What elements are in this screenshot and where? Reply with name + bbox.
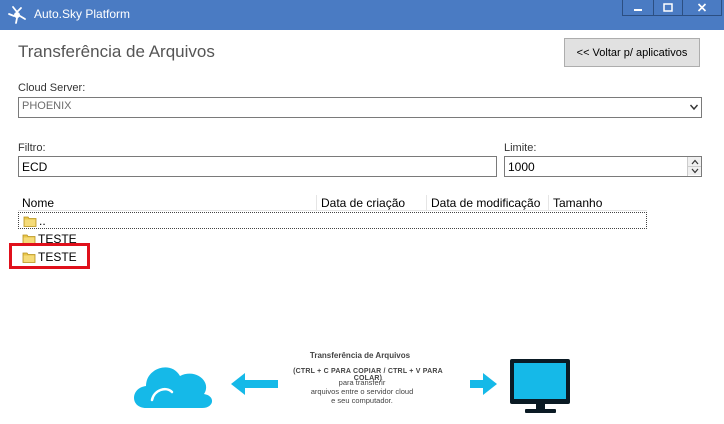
cloud-icon xyxy=(134,367,213,408)
arrow-left-icon xyxy=(231,373,278,395)
minimize-button[interactable] xyxy=(622,0,654,16)
banner-title: Transferência de Arquivos xyxy=(309,351,411,360)
banner-line: arquivos entre o servidor cloud xyxy=(310,387,414,396)
app-logo-icon xyxy=(8,6,26,24)
list-item[interactable]: TESTE xyxy=(18,230,647,247)
chevron-down-icon xyxy=(689,104,699,111)
limit-stepper[interactable] xyxy=(687,157,701,176)
limit-input[interactable] xyxy=(504,156,702,177)
stepper-up-button[interactable] xyxy=(688,157,701,166)
title-bar: Auto.Sky Platform xyxy=(0,0,724,30)
monitor-icon xyxy=(510,359,570,413)
column-header-size[interactable]: Tamanho xyxy=(549,195,647,211)
page-title: Transferência de Arquivos xyxy=(18,42,215,61)
cloud-server-select[interactable]: PHOENIX xyxy=(18,97,702,118)
highlight-box xyxy=(9,243,90,269)
folder-icon xyxy=(23,216,37,227)
banner-description: para transferir arquivos entre o servido… xyxy=(300,378,424,405)
cloud-server-label: Cloud Server: xyxy=(18,82,86,94)
limit-label: Limite: xyxy=(504,142,537,154)
back-to-apps-button[interactable]: << Voltar p/ aplicativos xyxy=(564,38,700,67)
window-title: Auto.Sky Platform xyxy=(34,7,131,21)
file-list-header: Nome Data de criação Data de modificação… xyxy=(18,195,647,211)
column-header-modified[interactable]: Data de modificação xyxy=(427,195,549,211)
filter-input[interactable] xyxy=(18,156,497,177)
maximize-icon xyxy=(663,3,673,12)
filter-label: Filtro: xyxy=(18,142,46,154)
banner-line: e seu computador. xyxy=(331,396,393,405)
list-item[interactable]: .. xyxy=(18,212,647,229)
file-list[interactable]: Nome Data de criação Data de modificação… xyxy=(18,195,706,335)
arrow-right-icon xyxy=(470,373,497,395)
banner-line: para transferir xyxy=(338,378,386,387)
minimize-icon xyxy=(634,8,642,11)
chevron-down-icon xyxy=(691,168,698,174)
maximize-button[interactable] xyxy=(653,0,683,16)
stepper-down-button[interactable] xyxy=(688,166,701,175)
list-item-name: .. xyxy=(39,213,46,228)
column-header-created[interactable]: Data de criação xyxy=(317,195,427,211)
cloud-server-value: PHOENIX xyxy=(22,100,72,112)
column-header-name[interactable]: Nome xyxy=(18,195,317,211)
close-icon xyxy=(697,3,707,12)
list-item[interactable]: TESTE xyxy=(18,248,647,265)
close-button[interactable] xyxy=(682,0,722,16)
chevron-up-icon xyxy=(691,159,698,164)
